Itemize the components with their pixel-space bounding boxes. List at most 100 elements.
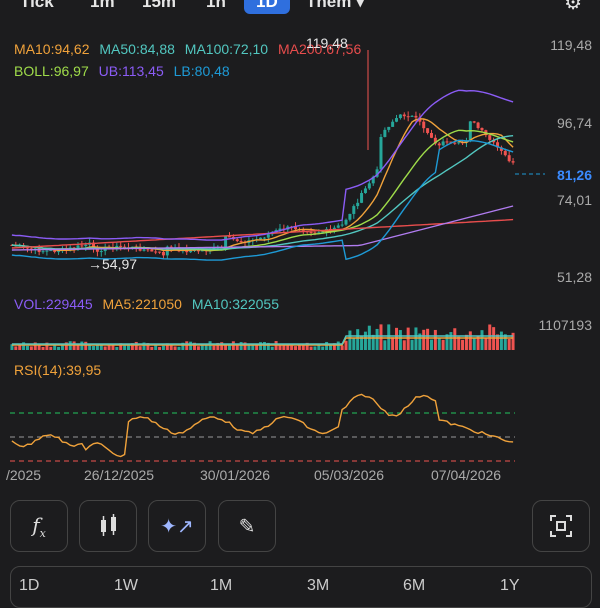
volume-bar xyxy=(72,341,76,350)
candle-body xyxy=(391,121,395,127)
volume-bar xyxy=(290,345,294,350)
volume-bar xyxy=(371,334,375,350)
volume-bar xyxy=(80,341,84,350)
candle-body xyxy=(426,128,430,133)
range-selector: 1D 1W 1M 3M 6M 1Y xyxy=(10,566,592,608)
volume-bar xyxy=(422,329,426,350)
range-1y[interactable]: 1Y xyxy=(500,577,520,595)
volume-bar xyxy=(356,329,360,350)
volume-bar xyxy=(414,327,418,350)
volume-bar xyxy=(488,324,492,350)
volume-bar xyxy=(29,346,33,350)
candle-body xyxy=(227,236,231,238)
volume-bar xyxy=(321,346,325,350)
volume-bar xyxy=(123,345,127,350)
candle-body xyxy=(189,250,193,253)
boll-legend: BOLL:96,97 UB:113,45 LB:80,48 xyxy=(14,63,230,79)
volume-bar xyxy=(379,324,383,350)
volume-bar xyxy=(158,346,162,350)
candle-body xyxy=(84,244,88,247)
volume-bar xyxy=(150,346,154,350)
volume-bar xyxy=(387,324,391,350)
candle-body xyxy=(266,234,270,238)
volume-bar xyxy=(383,340,387,350)
candle-body xyxy=(387,126,391,130)
candle-body xyxy=(262,237,266,239)
volume-bar xyxy=(352,338,356,350)
volume-bar xyxy=(433,329,437,350)
volume-bar xyxy=(297,345,301,350)
candle-body xyxy=(146,249,150,251)
pencil-icon: ✎ xyxy=(238,515,256,538)
sparkle-chart-icon: ✦↗ xyxy=(160,515,194,538)
candle-body xyxy=(235,239,239,242)
drawing-tool-button[interactable]: ✎ xyxy=(218,500,276,552)
volume-bar xyxy=(472,337,476,350)
x-date-1: /2025 xyxy=(6,467,42,483)
candle-body xyxy=(224,236,228,248)
lower-band-line xyxy=(11,139,514,261)
candle-body xyxy=(352,206,356,214)
range-1w[interactable]: 1W xyxy=(114,577,138,595)
low-annotation: →54,97 xyxy=(88,256,138,272)
volume-bar xyxy=(317,345,321,350)
volume-bar xyxy=(92,345,96,350)
candle-body xyxy=(45,250,49,252)
candle-body xyxy=(383,129,387,137)
legend-lb: LB:80,48 xyxy=(173,63,230,79)
range-3m[interactable]: 3M xyxy=(307,577,329,595)
candle-body xyxy=(422,121,426,129)
volume-bar xyxy=(14,346,18,350)
volume-bar xyxy=(196,346,200,350)
volume-bar xyxy=(496,334,500,350)
range-1m[interactable]: 1M xyxy=(210,577,232,595)
candle-body xyxy=(348,213,352,220)
candle-body xyxy=(49,250,53,252)
indicator-fx-button[interactable]: fx xyxy=(10,500,68,552)
legend-vol: VOL:229445 xyxy=(14,296,93,312)
function-icon: fx xyxy=(32,512,46,540)
capture-icon xyxy=(550,515,572,537)
candle-body xyxy=(402,114,406,117)
range-6m[interactable]: 6M xyxy=(403,577,425,595)
candle-body xyxy=(488,135,492,140)
candle-body xyxy=(511,161,515,163)
candle-body xyxy=(406,116,410,118)
volume-bar xyxy=(363,331,367,350)
volume-bar xyxy=(239,342,243,350)
legend-ma10: MA10:94,62 xyxy=(14,41,90,57)
volume-bar xyxy=(173,346,177,350)
legend-ma50: MA50:84,88 xyxy=(99,41,175,57)
screenshot-button[interactable] xyxy=(532,500,590,552)
chart-type-button[interactable] xyxy=(79,500,137,552)
x-date-3: 30/01/2026 xyxy=(200,467,271,483)
volume-bar xyxy=(41,346,45,350)
price-tick-3: 74,01 xyxy=(556,192,592,208)
volume-bar xyxy=(57,346,61,350)
volume-axis-max: 1107193 xyxy=(538,317,592,333)
volume-bar xyxy=(270,346,274,350)
candle-body xyxy=(472,121,476,123)
candle-body xyxy=(379,136,383,170)
volume-bar xyxy=(189,341,193,350)
candle-body xyxy=(398,114,402,119)
candle-body xyxy=(259,237,263,240)
volume-bar xyxy=(84,341,88,350)
legend-ub: UB:113,45 xyxy=(98,63,164,79)
candle-body xyxy=(154,251,158,253)
candle-body xyxy=(503,150,507,156)
ma50-line xyxy=(11,135,514,250)
candle-body xyxy=(363,188,367,194)
volume-bar xyxy=(309,346,313,350)
ma200-line xyxy=(11,218,514,249)
volume-bar xyxy=(457,336,461,350)
range-1d[interactable]: 1D xyxy=(19,577,39,595)
candle-body xyxy=(119,245,123,247)
volume-bar xyxy=(235,345,239,350)
candle-body xyxy=(309,232,313,234)
price-tick-2: 96,74 xyxy=(556,115,592,131)
candle-body xyxy=(445,141,449,143)
candle-body xyxy=(476,122,480,128)
ai-analysis-button[interactable]: ✦↗ xyxy=(148,500,206,552)
candle-body xyxy=(437,143,441,146)
